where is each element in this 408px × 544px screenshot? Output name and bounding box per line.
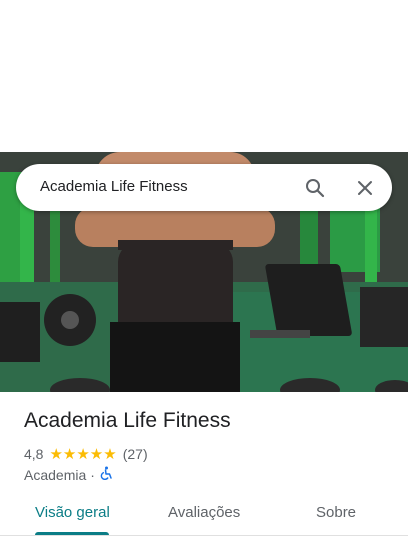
rating-value: 4,8 [24, 446, 44, 462]
tab-about[interactable]: Sobre [316, 504, 356, 521]
search-input[interactable]: Academia Life Fitness [40, 178, 188, 195]
tab-overview[interactable]: Visão geral [35, 504, 110, 521]
map-blank-area [0, 0, 408, 152]
place-tabs: Visão geral Avaliações Sobre [0, 492, 408, 536]
review-count[interactable]: (27) [123, 446, 148, 462]
category-row: Academia · [24, 466, 113, 483]
search-bar[interactable]: Academia Life Fitness [16, 164, 392, 211]
search-icon[interactable] [302, 175, 328, 201]
place-category[interactable]: Academia [24, 467, 86, 483]
rating-stars: ★★★★★ [49, 446, 117, 463]
tabs-divider [0, 535, 408, 536]
wheelchair-icon [99, 466, 113, 483]
separator-dot: · [90, 466, 95, 483]
close-icon[interactable] [352, 175, 378, 201]
rating-row[interactable]: 4,8 ★★★★★ (27) [24, 445, 148, 463]
tab-reviews[interactable]: Avaliações [168, 504, 240, 521]
place-title: Academia Life Fitness [24, 409, 231, 432]
